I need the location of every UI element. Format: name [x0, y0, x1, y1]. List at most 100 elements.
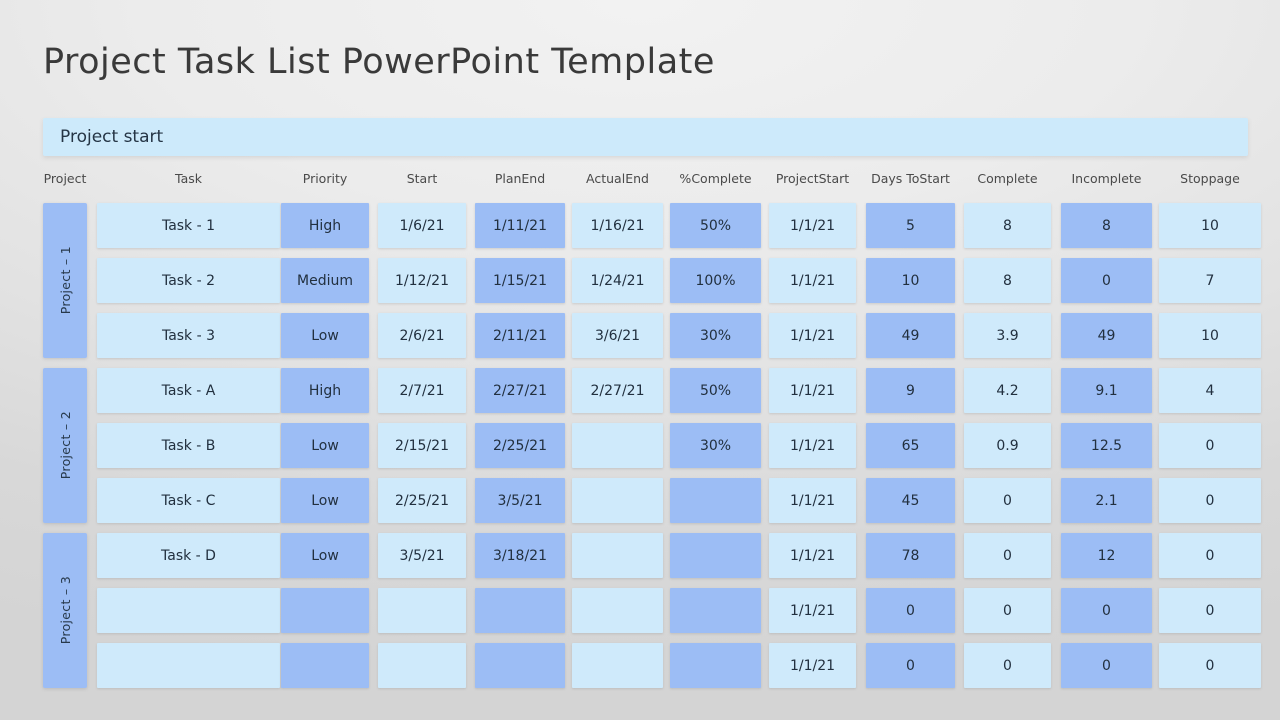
cell-days_to_start[interactable]: 0	[866, 588, 955, 633]
cell-project_start[interactable]: 1/1/21	[769, 203, 856, 248]
cell-complete[interactable]: 3.9	[964, 313, 1051, 358]
cell-complete[interactable]: 0	[964, 478, 1051, 523]
cell-stoppage[interactable]: 7	[1159, 258, 1261, 303]
cell-days_to_start[interactable]: 78	[866, 533, 955, 578]
cell-incomplete[interactable]: 2.1	[1061, 478, 1152, 523]
cell-priority[interactable]	[281, 643, 369, 688]
cell-incomplete[interactable]: 9.1	[1061, 368, 1152, 413]
cell-plan_end[interactable]: 3/5/21	[475, 478, 565, 523]
cell-stoppage[interactable]: 0	[1159, 588, 1261, 633]
cell-days_to_start[interactable]: 10	[866, 258, 955, 303]
cell-plan_end[interactable]: 2/27/21	[475, 368, 565, 413]
cell-plan_end[interactable]	[475, 643, 565, 688]
cell-start[interactable]: 2/25/21	[378, 478, 466, 523]
cell-incomplete[interactable]: 8	[1061, 203, 1152, 248]
cell-task[interactable]	[97, 588, 280, 633]
cell-task[interactable]	[97, 643, 280, 688]
cell-priority[interactable]	[281, 588, 369, 633]
cell-incomplete[interactable]: 0	[1061, 643, 1152, 688]
cell-project_start[interactable]: 1/1/21	[769, 478, 856, 523]
cell-pct_complete[interactable]: 100%	[670, 258, 761, 303]
cell-start[interactable]: 3/5/21	[378, 533, 466, 578]
cell-stoppage[interactable]: 0	[1159, 533, 1261, 578]
cell-priority[interactable]: Low	[281, 533, 369, 578]
cell-start[interactable]: 2/6/21	[378, 313, 466, 358]
cell-pct_complete[interactable]	[670, 533, 761, 578]
cell-pct_complete[interactable]: 50%	[670, 368, 761, 413]
cell-task[interactable]: Task - B	[97, 423, 280, 468]
cell-project_start[interactable]: 1/1/21	[769, 533, 856, 578]
cell-project_start[interactable]: 1/1/21	[769, 258, 856, 303]
cell-plan_end[interactable]	[475, 588, 565, 633]
cell-actual_end[interactable]	[572, 533, 663, 578]
cell-plan_end[interactable]: 3/18/21	[475, 533, 565, 578]
cell-project_start[interactable]: 1/1/21	[769, 643, 856, 688]
cell-actual_end[interactable]: 1/16/21	[572, 203, 663, 248]
cell-pct_complete[interactable]	[670, 478, 761, 523]
cell-start[interactable]	[378, 643, 466, 688]
cell-complete[interactable]: 0	[964, 588, 1051, 633]
cell-plan_end[interactable]: 1/11/21	[475, 203, 565, 248]
cell-priority[interactable]: Low	[281, 478, 369, 523]
project-group-cell[interactable]: Project – 2	[43, 368, 87, 523]
cell-start[interactable]: 1/6/21	[378, 203, 466, 248]
cell-days_to_start[interactable]: 49	[866, 313, 955, 358]
cell-stoppage[interactable]: 4	[1159, 368, 1261, 413]
cell-priority[interactable]: High	[281, 368, 369, 413]
cell-task[interactable]: Task - D	[97, 533, 280, 578]
cell-plan_end[interactable]: 2/11/21	[475, 313, 565, 358]
cell-complete[interactable]: 4.2	[964, 368, 1051, 413]
cell-incomplete[interactable]: 0	[1061, 588, 1152, 633]
cell-priority[interactable]: Low	[281, 313, 369, 358]
cell-stoppage[interactable]: 0	[1159, 643, 1261, 688]
cell-days_to_start[interactable]: 45	[866, 478, 955, 523]
cell-complete[interactable]: 0.9	[964, 423, 1051, 468]
cell-task[interactable]: Task - 1	[97, 203, 280, 248]
cell-pct_complete[interactable]: 30%	[670, 313, 761, 358]
cell-actual_end[interactable]	[572, 423, 663, 468]
cell-priority[interactable]: Medium	[281, 258, 369, 303]
cell-complete[interactable]: 8	[964, 203, 1051, 248]
cell-pct_complete[interactable]: 50%	[670, 203, 761, 248]
cell-start[interactable]	[378, 588, 466, 633]
cell-complete[interactable]: 0	[964, 643, 1051, 688]
cell-priority[interactable]: Low	[281, 423, 369, 468]
cell-actual_end[interactable]	[572, 478, 663, 523]
cell-complete[interactable]: 0	[964, 533, 1051, 578]
cell-project_start[interactable]: 1/1/21	[769, 423, 856, 468]
cell-project_start[interactable]: 1/1/21	[769, 368, 856, 413]
cell-plan_end[interactable]: 1/15/21	[475, 258, 565, 303]
cell-pct_complete[interactable]: 30%	[670, 423, 761, 468]
cell-start[interactable]: 1/12/21	[378, 258, 466, 303]
cell-days_to_start[interactable]: 0	[866, 643, 955, 688]
cell-incomplete[interactable]: 49	[1061, 313, 1152, 358]
cell-actual_end[interactable]: 2/27/21	[572, 368, 663, 413]
cell-pct_complete[interactable]	[670, 643, 761, 688]
cell-task[interactable]: Task - 2	[97, 258, 280, 303]
cell-days_to_start[interactable]: 5	[866, 203, 955, 248]
cell-incomplete[interactable]: 12.5	[1061, 423, 1152, 468]
project-group-cell[interactable]: Project – 1	[43, 203, 87, 358]
cell-start[interactable]: 2/7/21	[378, 368, 466, 413]
cell-incomplete[interactable]: 12	[1061, 533, 1152, 578]
cell-complete[interactable]: 8	[964, 258, 1051, 303]
cell-plan_end[interactable]: 2/25/21	[475, 423, 565, 468]
cell-actual_end[interactable]	[572, 643, 663, 688]
cell-project_start[interactable]: 1/1/21	[769, 313, 856, 358]
project-group-cell[interactable]: Project – 3	[43, 533, 87, 688]
cell-task[interactable]: Task - 3	[97, 313, 280, 358]
cell-actual_end[interactable]: 1/24/21	[572, 258, 663, 303]
cell-project_start[interactable]: 1/1/21	[769, 588, 856, 633]
cell-stoppage[interactable]: 10	[1159, 313, 1261, 358]
cell-task[interactable]: Task - C	[97, 478, 280, 523]
cell-stoppage[interactable]: 0	[1159, 478, 1261, 523]
cell-days_to_start[interactable]: 9	[866, 368, 955, 413]
cell-start[interactable]: 2/15/21	[378, 423, 466, 468]
cell-stoppage[interactable]: 10	[1159, 203, 1261, 248]
cell-priority[interactable]: High	[281, 203, 369, 248]
cell-actual_end[interactable]: 3/6/21	[572, 313, 663, 358]
cell-stoppage[interactable]: 0	[1159, 423, 1261, 468]
cell-days_to_start[interactable]: 65	[866, 423, 955, 468]
cell-task[interactable]: Task - A	[97, 368, 280, 413]
cell-actual_end[interactable]	[572, 588, 663, 633]
